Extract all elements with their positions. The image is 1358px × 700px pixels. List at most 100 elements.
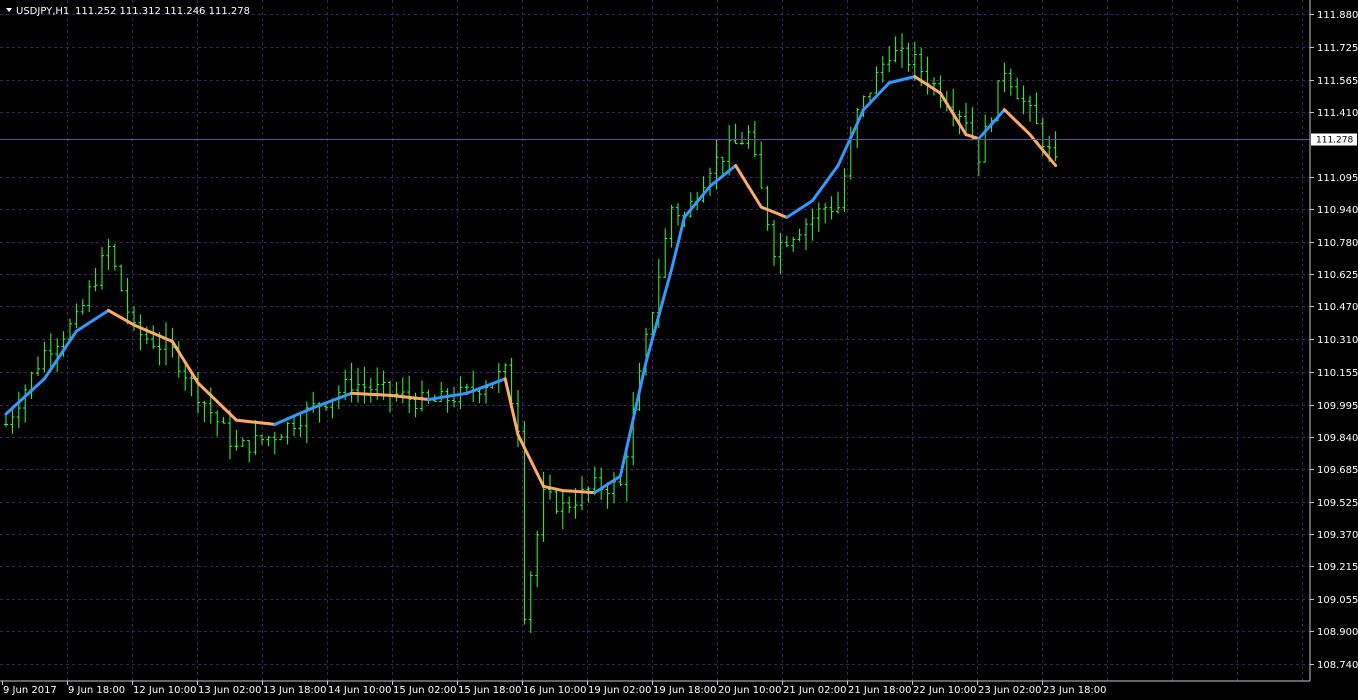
candle [23,384,28,423]
time-tick-label: 9 Jun 18:00 [68,685,125,696]
price-tick-label: 110.470 [1317,302,1358,313]
ma-segment [1034,140,1045,152]
candle [42,341,47,373]
price-tick-label: 110.625 [1317,270,1358,281]
candle [983,114,988,163]
candle [400,377,405,404]
ma-segment [49,358,59,371]
ma-segment [689,200,699,212]
symbol-timeframe: USDJPY,H1 [16,6,69,17]
ma-segment [810,190,821,203]
candle-series [4,33,1058,634]
ma-segment [516,433,526,450]
ma-segment [830,164,840,176]
candle [823,202,828,224]
ma-segment [657,290,667,318]
candle [484,380,488,404]
candle [1028,95,1032,122]
candle [10,408,15,434]
candle [887,46,892,73]
time-tick-label: 20 Jun 10:00 [718,685,782,696]
symbol-dropdown-icon[interactable] [6,8,12,12]
time-tick-label: 9 Jun 2017 [3,685,57,696]
time-tick-label: 15 Jun 18:00 [458,685,522,696]
candle [234,429,239,451]
candle [1008,68,1013,96]
ma-segment [631,389,642,421]
price-tick-label: 109.370 [1317,530,1358,541]
candle [746,125,751,149]
ma-segment [170,340,181,354]
price-chart[interactable]: 111.880 111.725 111.565 111.410 111.095 110.9… [0,0,1358,700]
ma-segment [42,367,53,381]
candle [560,491,565,530]
candle [829,196,834,220]
ma-segment [529,459,539,475]
candle [4,413,8,427]
ma-segment [951,112,962,126]
ma-segment [625,417,635,450]
ma-segment [1041,148,1051,160]
ma-segment [823,172,834,185]
candle [778,232,783,275]
candle [74,303,79,329]
candle [221,416,226,424]
time-tick-label: 22 Jun 10:00 [913,685,977,696]
candle [804,218,808,251]
candle [599,467,604,501]
moving-average-segments [4,75,1058,495]
candle [298,411,303,437]
candle [215,410,220,437]
candle [138,314,143,351]
candle [906,42,911,72]
ma-segment [510,405,520,437]
candle [663,228,668,279]
ma-segment [618,446,629,478]
time-tick-label: 23 Jun 18:00 [1043,685,1107,696]
candle [810,208,815,241]
candle [279,433,284,441]
candle [567,496,572,514]
candle [106,238,111,270]
candle [900,33,904,68]
price-tick-label: 110.780 [1317,238,1358,249]
candle [36,356,40,377]
candle [407,375,412,413]
candle [93,267,98,292]
candle [202,400,207,423]
ma-segment [638,360,648,393]
candle [1053,131,1058,162]
ma-segment [670,241,680,271]
price-tick-label: 108.900 [1317,627,1358,638]
candle [240,437,245,447]
candle [445,388,450,413]
candle [356,367,360,403]
candle [554,487,559,514]
ma-segment [849,122,859,140]
candle [87,280,92,312]
ma-segment [650,314,661,341]
chart-grid [0,0,1310,681]
price-tick-label: 109.685 [1317,465,1358,476]
candle [260,434,264,445]
time-tick-label: 15 Jun 02:00 [393,685,457,696]
ma-segment [676,215,686,245]
time-tick-label: 13 Jun 02:00 [198,685,262,696]
candle [836,191,840,214]
candle [791,236,796,252]
time-tick-label: 16 Jun 10:00 [523,685,587,696]
price-tick-label: 111.725 [1317,43,1358,54]
price-tick-label: 109.055 [1317,595,1358,606]
time-tick-label: 12 Jun 10:00 [133,685,197,696]
candle [925,56,930,95]
candle [125,278,130,325]
ma-segment [855,108,866,126]
time-tick-label: 13 Jun 18:00 [263,685,327,696]
candle [503,363,508,380]
candle [528,571,533,634]
price-tick-label: 109.215 [1317,562,1358,573]
ma-segment [183,360,194,375]
price-tick-label: 111.880 [1317,10,1358,21]
candle [29,371,34,400]
price-tick-label: 109.525 [1317,498,1358,509]
